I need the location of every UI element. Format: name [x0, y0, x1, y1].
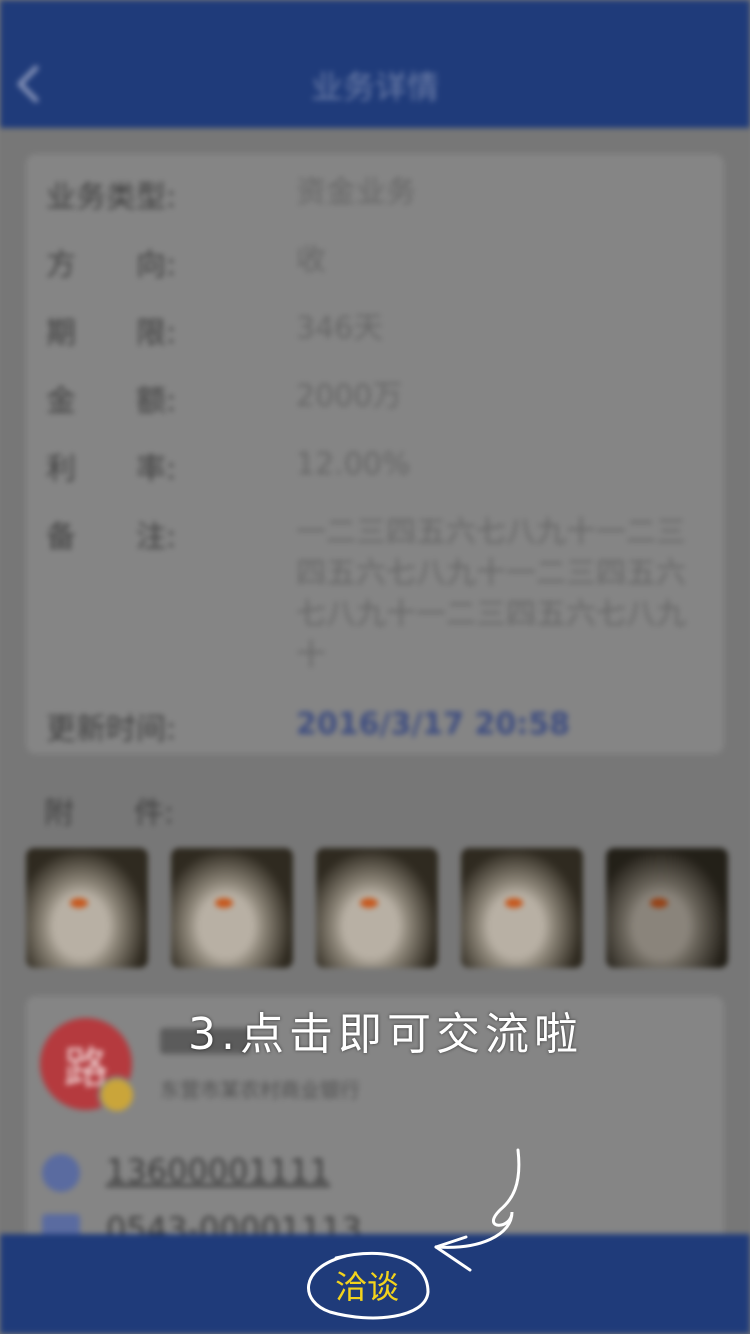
negotiate-button[interactable]: 洽谈 [305, 1250, 429, 1320]
tutorial-arrow-icon [307, 1148, 521, 1320]
